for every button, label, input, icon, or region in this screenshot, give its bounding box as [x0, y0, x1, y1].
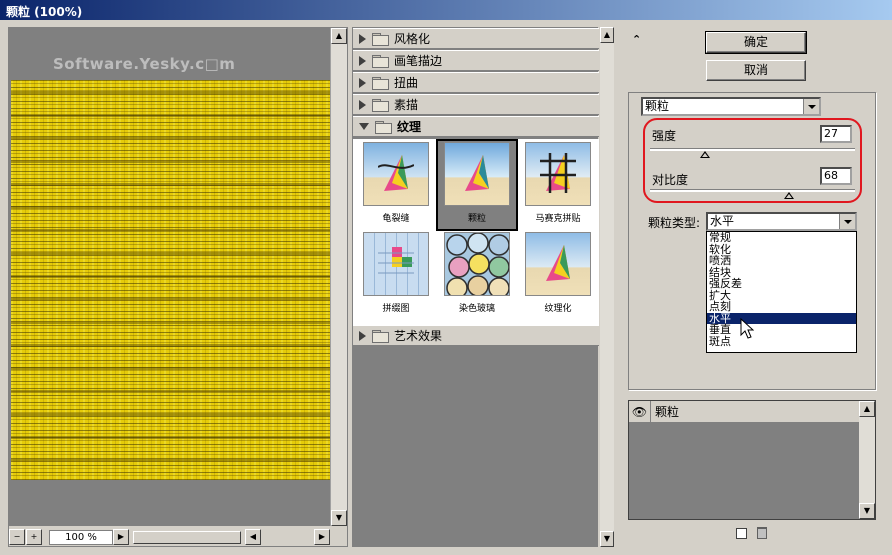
- category-label: 风格化: [394, 32, 431, 46]
- scroll-left-icon[interactable]: ◀: [245, 529, 261, 545]
- grain-type-option[interactable]: 点刻: [707, 301, 856, 313]
- sailboard-icon: [378, 155, 414, 191]
- scroll-right-icon[interactable]: ▶: [113, 529, 129, 545]
- category-sketch[interactable]: 素描: [353, 94, 599, 115]
- grain-type-option[interactable]: 常规: [707, 232, 856, 244]
- zoom-in-button[interactable]: +: [26, 529, 42, 545]
- collapse-triangle-icon: [359, 123, 369, 130]
- thumbnail-label: 龟裂缝: [382, 214, 410, 224]
- stained-glass-icon: [446, 233, 509, 295]
- scroll-down-icon[interactable]: ▼: [600, 531, 614, 547]
- category-label: 素描: [394, 98, 419, 112]
- thumbnail-label: 拼缀图: [382, 304, 410, 314]
- filter-gallery: 风格化 画笔描边 扭曲 素描 纹理 龟裂缝 颗粒 马赛克拼贴 拼缀图 染色玻璃 …: [352, 27, 614, 547]
- category-label: 画笔描边: [394, 54, 443, 68]
- intensity-slider-handle[interactable]: [700, 151, 711, 158]
- intensity-label: 强度: [652, 129, 677, 143]
- thumbnail-craquelure[interactable]: [363, 142, 429, 206]
- preview-vertical-scrollbar[interactable]: ▲ ▼: [330, 28, 347, 526]
- contrast-label: 对比度: [652, 173, 689, 187]
- contrast-slider-track[interactable]: [650, 189, 855, 192]
- window-title: 颗粒 (100%): [0, 0, 892, 20]
- grain-type-value: 水平: [710, 214, 735, 228]
- preview-canvas[interactable]: Software.Yesky.c□m: [9, 28, 331, 526]
- texture-thumbnails: 龟裂缝 颗粒 马赛克拼贴 拼缀图 染色玻璃 纹理化: [353, 139, 599, 325]
- folder-icon: [372, 54, 389, 68]
- category-distort[interactable]: 扭曲: [353, 72, 599, 93]
- open-folder-icon: [375, 120, 392, 134]
- grain-type-label: 颗粒类型:: [648, 216, 701, 230]
- scroll-down-icon[interactable]: ▼: [331, 510, 347, 526]
- expand-triangle-icon: [359, 77, 366, 88]
- layers-scrollbar[interactable]: ▲ ▼: [859, 401, 875, 519]
- preview-bottom-bar: − + 100 % ▶ ◀ ▶: [9, 529, 331, 546]
- effect-layer-row[interactable]: 👁 颗粒: [629, 400, 859, 423]
- category-label: 扭曲: [394, 76, 419, 90]
- watermark: Software.Yesky.c□m: [53, 55, 236, 73]
- thumbnail-texturizer[interactable]: [525, 232, 591, 296]
- expand-triangle-icon: [359, 99, 366, 110]
- thumbnail-stained-glass[interactable]: [444, 232, 510, 296]
- filter-select[interactable]: 颗粒: [641, 97, 821, 116]
- thumbnail-label: 马赛克拼贴: [535, 214, 581, 224]
- category-label: 纹理: [397, 120, 422, 134]
- collapse-gallery-icon[interactable]: ⌃: [632, 33, 641, 46]
- grain-type-options: 常规 软化 喷洒 结块 强反差 扩大 点刻 水平 垂直 斑点: [706, 231, 857, 353]
- folder-icon: [372, 32, 389, 46]
- sailboard-icon: [465, 155, 489, 191]
- folder-icon: [372, 76, 389, 90]
- thumbnail-label: 颗粒: [467, 214, 486, 224]
- horizontal-scroll-thumb[interactable]: [133, 531, 241, 544]
- eye-icon[interactable]: 👁: [629, 400, 651, 423]
- new-effect-layer-icon[interactable]: [736, 528, 747, 539]
- expand-triangle-icon: [359, 330, 366, 341]
- folder-icon: [372, 329, 389, 343]
- grain-type-select[interactable]: 水平: [706, 212, 857, 231]
- grain-type-option[interactable]: 强反差: [707, 278, 856, 290]
- intensity-slider-track[interactable]: [650, 148, 855, 151]
- sailboard-icon: [540, 153, 576, 193]
- category-label: 艺术效果: [394, 329, 443, 343]
- ok-button[interactable]: 确定: [705, 31, 807, 54]
- category-brush-strokes[interactable]: 画笔描边: [353, 50, 599, 71]
- scroll-up-icon[interactable]: ▲: [331, 28, 347, 44]
- intensity-input[interactable]: 27: [820, 125, 852, 143]
- category-stylize[interactable]: 风格化: [353, 28, 599, 49]
- contrast-slider-handle[interactable]: [784, 192, 795, 199]
- preview-panel: Software.Yesky.c□m ▲ ▼ − + 100 % ▶ ◀ ▶: [8, 27, 348, 547]
- contrast-input[interactable]: 68: [820, 167, 852, 185]
- chevron-down-icon[interactable]: [839, 214, 855, 229]
- sailboard-icon: [546, 245, 570, 281]
- mouse-pointer-icon: [740, 318, 754, 339]
- effect-layer-name: 颗粒: [655, 405, 680, 419]
- chevron-down-icon[interactable]: [803, 99, 819, 114]
- folder-icon: [372, 98, 389, 112]
- filter-category-list: 风格化 画笔描边 扭曲 素描 纹理 龟裂缝 颗粒 马赛克拼贴 拼缀图 染色玻璃 …: [352, 27, 599, 547]
- expand-triangle-icon: [359, 55, 366, 66]
- zoom-level: 100 %: [49, 530, 113, 545]
- scroll-right-end-icon[interactable]: ▶: [314, 529, 330, 545]
- cancel-button[interactable]: 取消: [706, 60, 806, 81]
- thumbnail-mosaic-tiles[interactable]: [525, 142, 591, 206]
- grain-type-option[interactable]: 垂直: [707, 324, 856, 336]
- scroll-up-icon[interactable]: ▲: [600, 27, 614, 43]
- thumbnail-label: 染色玻璃: [458, 304, 495, 314]
- category-texture[interactable]: 纹理: [353, 116, 599, 137]
- category-artistic[interactable]: 艺术效果: [353, 325, 599, 346]
- scroll-down-icon[interactable]: ▼: [859, 503, 875, 519]
- preview-image: [11, 80, 331, 480]
- effect-layers-panel: 👁 颗粒 ▲ ▼: [628, 400, 876, 520]
- scroll-up-icon[interactable]: ▲: [859, 401, 875, 417]
- trash-icon[interactable]: [757, 527, 767, 539]
- expand-triangle-icon: [359, 33, 366, 44]
- grain-type-option[interactable]: 斑点: [707, 336, 856, 348]
- grain-type-option[interactable]: 喷洒: [707, 255, 856, 267]
- thumbnail-patchwork[interactable]: [363, 232, 429, 296]
- zoom-out-button[interactable]: −: [9, 529, 25, 545]
- thumbnail-grain[interactable]: [444, 142, 510, 206]
- category-scrollbar[interactable]: ▲ ▼: [600, 27, 614, 547]
- thumbnail-label: 纹理化: [544, 304, 572, 314]
- sailboard-icon: [378, 247, 414, 274]
- filter-select-value: 颗粒: [645, 99, 670, 113]
